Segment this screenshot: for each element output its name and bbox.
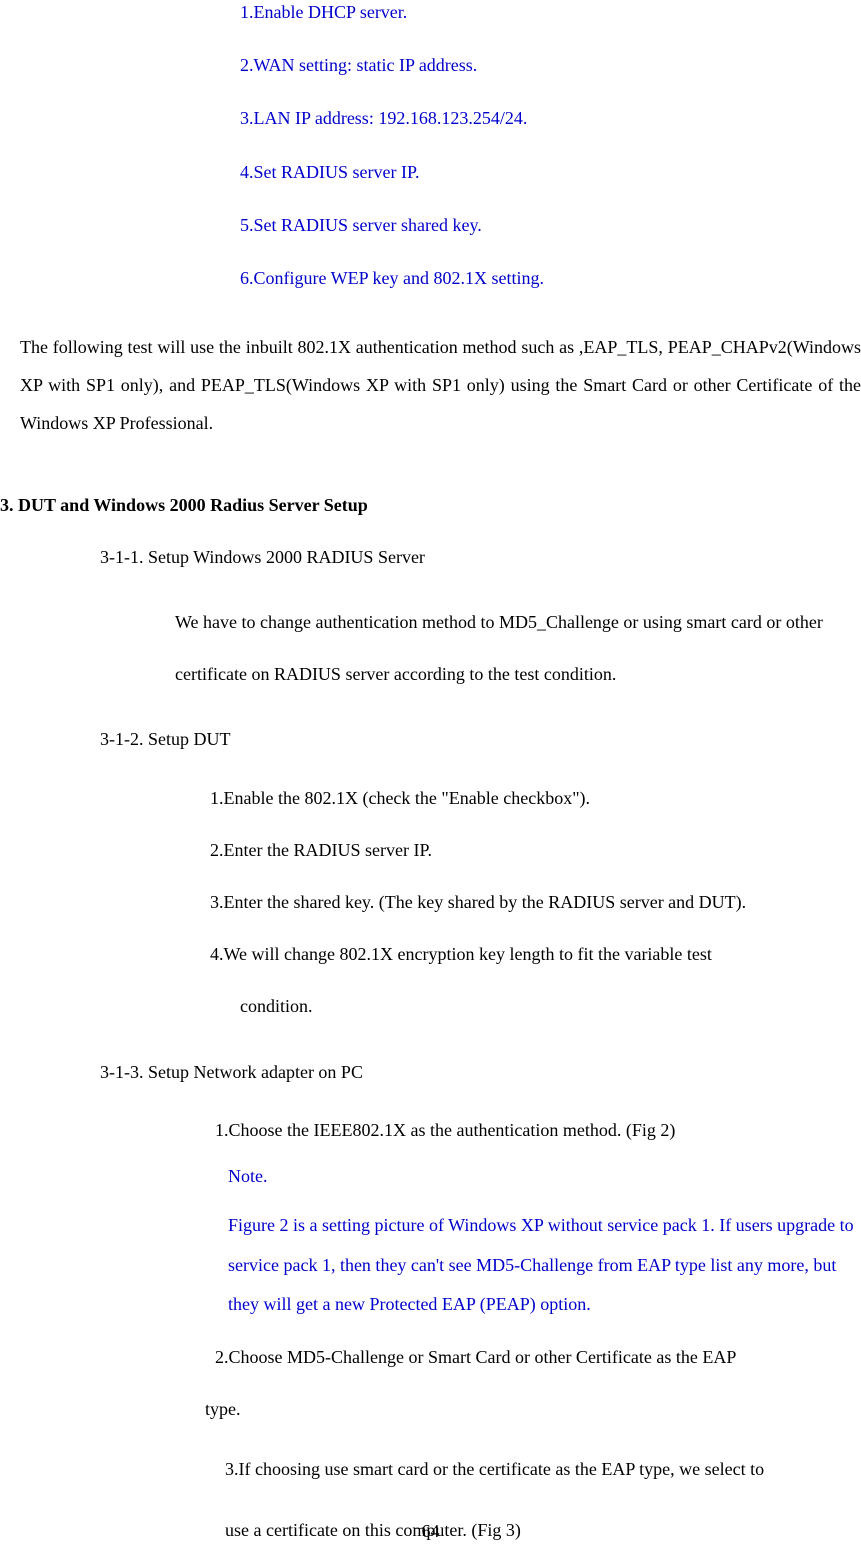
- top-step-5: 5.Set RADIUS server shared key.: [240, 213, 861, 238]
- top-step-4: 4.Set RADIUS server IP.: [240, 160, 861, 185]
- section-3-1-2-title: 3-1-2. Setup DUT: [100, 725, 861, 754]
- section-3-1-3-step-1: 1.Choose the IEEE802.1X as the authentic…: [215, 1104, 861, 1156]
- section-3-1-1-title: 3-1-1. Setup Windows 2000 RADIUS Server: [100, 543, 861, 572]
- section-3-1-1-body: We have to change authentication method …: [175, 596, 861, 700]
- section-3-1-2-step-2: 2.Enter the RADIUS server IP.: [210, 824, 861, 876]
- section-3-1-2-step-1: 1.Enable the 802.1X (check the "Enable c…: [210, 772, 861, 824]
- top-step-6: 6.Configure WEP key and 802.1X setting.: [240, 266, 861, 291]
- document-page: 1.Enable DHCP server. 2.WAN setting: sta…: [0, 0, 861, 1556]
- page-number: 64: [0, 1519, 861, 1544]
- body-paragraph: The following test will use the inbuilt …: [20, 329, 861, 442]
- section-3-1-3-step-2b: type.: [205, 1383, 861, 1435]
- section-3-1-2-step-4a: 4.We will change 802.1X encryption key l…: [210, 928, 861, 980]
- section-3-heading: 3. DUT and Windows 2000 Radius Server Se…: [0, 493, 861, 518]
- section-3-1-2-step-4b: condition.: [240, 980, 861, 1032]
- section-3-1-2-step-3: 3.Enter the shared key. (The key shared …: [210, 876, 861, 928]
- top-step-1: 1.Enable DHCP server.: [240, 0, 861, 25]
- section-3-1-3-title: 3-1-3. Setup Network adapter on PC: [100, 1058, 861, 1087]
- note-label: Note.: [228, 1157, 861, 1197]
- note-body: Figure 2 is a setting picture of Windows…: [228, 1206, 861, 1325]
- section-3-1-3-step-2a: 2.Choose MD5-Challenge or Smart Card or …: [215, 1331, 861, 1383]
- top-step-3: 3.LAN IP address: 192.168.123.254/24.: [240, 106, 861, 131]
- top-step-2: 2.WAN setting: static IP address.: [240, 53, 861, 78]
- section-3-1-3-step-3a: 3.If choosing use smart card or the cert…: [225, 1443, 861, 1495]
